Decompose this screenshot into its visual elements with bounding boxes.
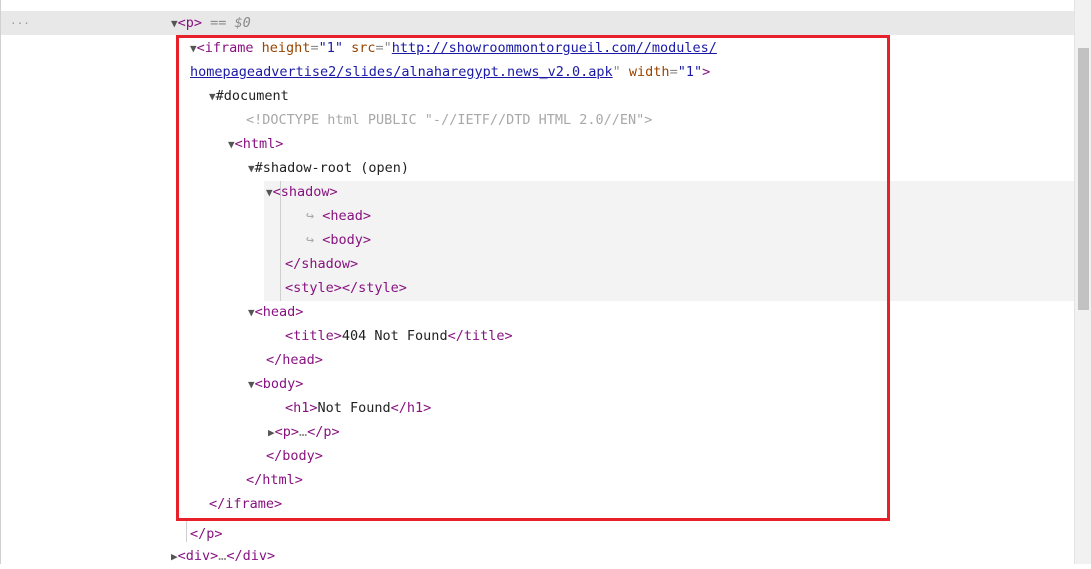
src-link[interactable]: homepageadvertise2/slides/alnaharegypt.n… <box>190 64 613 80</box>
shadow-root-label: #shadow-root (open) <box>254 160 410 176</box>
expand-triangle-icon[interactable]: ▼ <box>228 138 235 151</box>
doctype-text: <!DOCTYPE html PUBLIC "-//IETF//DTD HTML… <box>246 112 653 128</box>
dom-node-div-collapsed[interactable]: ▶<div>…</div> <box>171 544 275 568</box>
more-options-icon[interactable]: ... <box>10 14 30 27</box>
dom-node-head-reference[interactable]: ↪ <head> <box>306 204 371 228</box>
dom-node-html[interactable]: ▼<html> <box>228 132 283 156</box>
tag-name: </html> <box>246 472 303 488</box>
collapse-triangle-icon[interactable]: ▶ <box>268 426 275 439</box>
attr-value: "1" <box>318 40 343 56</box>
tag-name: <title> <box>285 328 342 344</box>
tag-name: <head> <box>254 304 304 320</box>
tag-name: </head> <box>266 352 323 368</box>
dom-node-p-collapsed[interactable]: ▶<p>…</p> <box>268 420 340 444</box>
tag-name: <p> <box>177 15 203 31</box>
attr-name: height <box>261 40 311 56</box>
tag-name: </p> <box>307 424 340 440</box>
attr-value: "1" <box>677 64 703 80</box>
tag-name: <div> <box>177 548 219 564</box>
dom-node-title[interactable]: <title>404 Not Found</title> <box>285 324 513 348</box>
dom-node-head[interactable]: ▼<head> <box>248 300 303 324</box>
left-gutter-border <box>0 0 1 564</box>
tag-name: <iframe <box>196 40 254 56</box>
dom-node-iframe-close[interactable]: </iframe> <box>209 492 282 516</box>
expand-triangle-icon[interactable]: ▼ <box>248 306 255 319</box>
dom-node-iframe-continued[interactable]: homepageadvertise2/slides/alnaharegypt.n… <box>190 60 710 84</box>
dom-node-body[interactable]: ▼<body> <box>248 372 303 396</box>
expand-triangle-icon[interactable]: ▼ <box>266 186 273 199</box>
tag-name: </style> <box>341 280 407 296</box>
dom-node-doctype[interactable]: <!DOCTYPE html PUBLIC "-//IETF//DTD HTML… <box>246 108 652 132</box>
tag-name: <body> <box>254 376 304 392</box>
dom-node-html-close[interactable]: </html> <box>246 468 303 492</box>
dom-node-style[interactable]: <style></style> <box>285 276 407 300</box>
dom-node-shadow-close[interactable]: </shadow> <box>285 252 358 276</box>
document-label: #document <box>215 88 289 104</box>
scrollbar-thumb[interactable] <box>1078 48 1089 310</box>
dom-node-body-close[interactable]: </body> <box>266 444 323 468</box>
reference-arrow-icon: ↪ <box>306 208 315 224</box>
tag-name: <h1> <box>285 400 318 416</box>
tag-name: <shadow> <box>272 184 338 200</box>
attr-name: src <box>351 40 376 56</box>
title-text: 404 Not Found <box>341 328 448 344</box>
dom-node-shadow-root[interactable]: ▼#shadow-root (open) <box>248 156 409 180</box>
reference-arrow-icon: ↪ <box>306 232 315 248</box>
tag-name: <head> <box>322 208 372 224</box>
tag-name: <html> <box>234 136 284 152</box>
tag-name: <style> <box>285 280 342 296</box>
collapsed-ellipsis[interactable]: … <box>299 424 307 440</box>
dom-node-iframe[interactable]: ▼<iframe height="1" src="http://showroom… <box>190 36 717 60</box>
dom-node-head-close[interactable]: </head> <box>266 348 323 372</box>
tag-name: </shadow> <box>285 256 359 272</box>
dom-node-h1[interactable]: <h1>Not Found</h1> <box>285 396 431 420</box>
expand-triangle-icon[interactable]: ▼ <box>248 162 255 175</box>
dom-node-p-selected[interactable]: ▼<p> == $0 <box>171 11 251 35</box>
expand-triangle-icon[interactable]: ▼ <box>209 90 216 103</box>
dom-node-body-reference[interactable]: ↪ <body> <box>306 228 371 252</box>
selected-node-highlight <box>1 11 1074 35</box>
expand-triangle-icon[interactable]: ▼ <box>248 378 255 391</box>
expand-triangle-icon[interactable]: ▼ <box>171 17 178 30</box>
tag-name: </iframe> <box>209 496 283 512</box>
collapse-triangle-icon[interactable]: ▶ <box>171 550 178 563</box>
selected-node-marker: == $0 <box>210 15 251 31</box>
h1-text: Not Found <box>317 400 391 416</box>
tag-name: </title> <box>447 328 513 344</box>
attr-name: width <box>628 64 670 80</box>
indent-guide <box>186 520 187 542</box>
tag-name: </p> <box>190 526 223 542</box>
dom-node-p-close[interactable]: </p> <box>190 522 223 546</box>
src-link[interactable]: http://showroommontorgueil.com//modules/ <box>392 40 717 56</box>
tag-name: </div> <box>226 548 276 564</box>
dom-node-shadow[interactable]: ▼<shadow> <box>266 180 338 204</box>
tag-name: </body> <box>266 448 323 464</box>
tag-name: <p> <box>274 424 300 440</box>
tag-name: <body> <box>322 232 372 248</box>
tag-name: </h1> <box>390 400 432 416</box>
dom-node-document[interactable]: ▼#document <box>209 84 289 108</box>
expand-triangle-icon[interactable]: ▼ <box>190 42 197 55</box>
